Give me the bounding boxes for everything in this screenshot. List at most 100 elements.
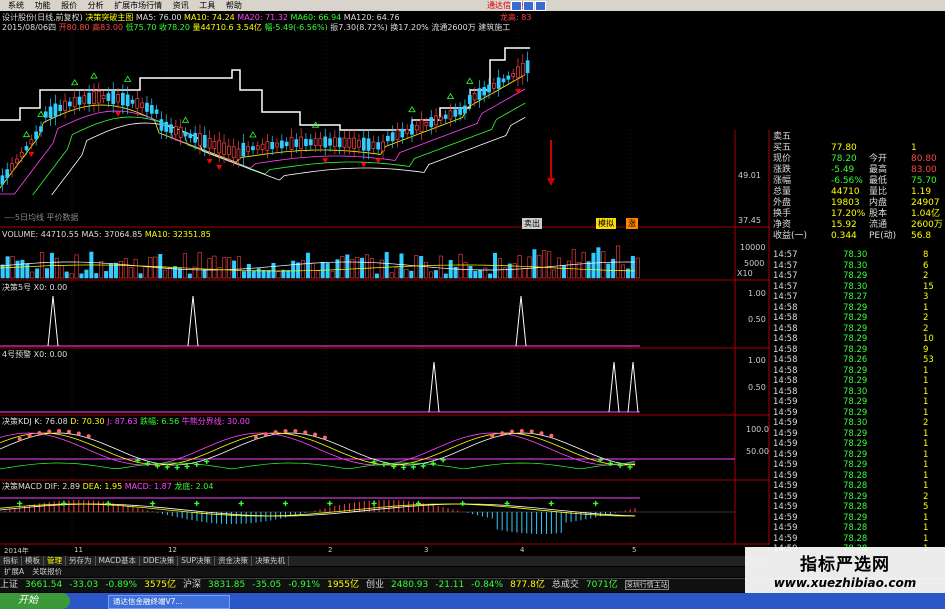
candle-body — [516, 66, 520, 78]
candle-body — [323, 136, 328, 148]
macd-signal-mark: ✚ — [238, 500, 244, 508]
kdj-high-dot — [539, 431, 544, 436]
quote-key2: 股本 — [869, 209, 888, 219]
volume-bar — [197, 252, 202, 279]
kdj-high-dot — [86, 434, 91, 439]
volume-bar — [552, 269, 557, 279]
tab-save-as[interactable]: 另存为 — [66, 556, 96, 566]
macd-signal-mark: ✚ — [504, 500, 510, 508]
trade-price: 78.28 — [843, 470, 868, 481]
tab-dde[interactable]: DDE决策 — [140, 556, 179, 566]
ma60-value: MA60: 66.94 — [290, 13, 342, 22]
menu-item-tools[interactable]: 工具 — [199, 0, 215, 11]
candlestick-chart[interactable] — [0, 30, 535, 195]
server-status[interactable]: 深圳行情主站 — [624, 580, 669, 590]
menu-item-ext-market[interactable]: 扩展市场行情 — [114, 0, 162, 11]
tab-related-quote[interactable]: 关联报价 — [28, 567, 66, 577]
ind5-chart[interactable] — [0, 292, 735, 348]
buy-signal-icon — [446, 92, 455, 100]
tab-first[interactable]: 决策先机 — [252, 556, 290, 566]
date-tick-2: 2 — [328, 546, 333, 554]
tab-sup[interactable]: SUP决策 — [178, 556, 216, 566]
trade-time: 14:59 — [773, 428, 798, 439]
trade-row: 14:59 78.28 1 — [771, 523, 945, 534]
candle-body — [424, 122, 429, 126]
candle-body — [299, 136, 303, 149]
candle-body — [313, 138, 318, 146]
menu-item-help[interactable]: 帮助 — [226, 0, 242, 11]
close-icon[interactable] — [535, 1, 546, 11]
volume-bar — [104, 271, 109, 279]
maximize-icon[interactable] — [523, 1, 534, 11]
date-tick-12: 12 — [168, 546, 177, 554]
candle-body — [333, 137, 337, 148]
trade-volume: 2 — [923, 418, 929, 428]
trade-price: 78.26 — [843, 355, 868, 365]
ind4-chart[interactable] — [0, 358, 735, 415]
main-footer-legend: —-5日均线 平价数据 — [4, 213, 79, 222]
trade-time: 14:58 — [773, 365, 798, 376]
index-change: -35.05 — [252, 580, 282, 590]
menu-item-system[interactable]: 系统 — [8, 0, 24, 11]
tab-ext-a[interactable]: 扩展A — [0, 567, 28, 577]
tab-manage[interactable]: 管理 — [44, 556, 66, 566]
volume-bar — [123, 258, 128, 279]
trade-volume: 1 — [923, 407, 929, 418]
kdj-high-dot — [283, 429, 288, 434]
trade-volume: 2 — [923, 323, 929, 334]
macd-chart[interactable]: ✚ ✚ ✚ ✚ ✚ ✚ ✚ ✚ ✚ ✚ ✚ ✚ ✚ ✚ — [0, 490, 735, 545]
trade-volume: 10 — [923, 334, 934, 344]
index-value: 2480.93 — [391, 580, 429, 590]
volume-bar — [443, 273, 448, 279]
volume-bar — [305, 252, 310, 279]
kdj-high-dot — [510, 429, 514, 434]
menu-item-analysis[interactable]: 分析 — [88, 0, 104, 11]
volume-chart[interactable] — [0, 238, 735, 280]
candle-body — [289, 137, 294, 150]
trade-time: 14:57 — [773, 271, 798, 281]
candle-body — [58, 104, 63, 111]
volume-bar — [20, 259, 25, 279]
candle-body — [414, 124, 419, 131]
trade-time: 14:58 — [773, 313, 798, 323]
kdj-chart[interactable]: ✚ ✚ ✚ ✚ ✚ ✚ ✚ ✚ ✚ ✚ ✚ ✚ ✚ ✚ ✚ ✚ ✚ ✚ ✚ ✚ — [0, 425, 735, 480]
tab-fund[interactable]: 资金决策 — [215, 556, 253, 566]
price-axis-label-2: 37.45 — [738, 216, 761, 225]
candle-body — [246, 146, 250, 152]
candle-body — [0, 175, 5, 185]
candle-body — [525, 60, 530, 74]
tick-trades-list[interactable]: 14:57 78.30 8 14:57 78.30 6 14:57 78.29 2 14:57 78… — [771, 250, 945, 555]
trade-time: 14:59 — [773, 533, 798, 544]
volume-bar — [301, 260, 306, 279]
menu-item-news[interactable]: 资讯 — [173, 0, 189, 11]
quote-key: 买五 — [773, 143, 792, 153]
trade-time: 14:58 — [773, 386, 798, 397]
macd-signal-mark: ✚ — [194, 500, 200, 508]
volume-bar — [291, 260, 296, 279]
quote-key: 涨跌 — [773, 165, 792, 175]
main-indicator-name[interactable]: 决策突破主图 — [85, 13, 133, 22]
tab-template[interactable]: 模板 — [22, 556, 44, 566]
quote-value: 78.20 — [831, 154, 857, 164]
trade-time: 14:59 — [773, 397, 798, 407]
menu-item-quote[interactable]: 报价 — [61, 0, 77, 11]
buy-signal-icon — [37, 110, 45, 117]
quote-value2: 1.04亿 — [911, 209, 941, 219]
volume-bar — [54, 257, 59, 279]
buy-signal-icon — [90, 72, 98, 79]
start-button[interactable]: 开始 — [0, 593, 70, 609]
tab-indicator[interactable]: 指标 — [0, 556, 22, 566]
volume-bar — [488, 273, 493, 279]
trade-volume: 1 — [923, 460, 929, 470]
minimize-icon[interactable] — [511, 1, 522, 11]
volume-bar — [25, 263, 30, 279]
taskbar-app-item[interactable]: 通达信金融终端V7... — [108, 595, 230, 609]
kdj-high-dot — [303, 430, 308, 435]
tab-macd-basic[interactable]: MACD基本 — [96, 556, 140, 566]
candle-body — [231, 146, 236, 159]
candle-body — [193, 132, 197, 143]
trade-price: 78.28 — [843, 502, 868, 512]
menu-item-function[interactable]: 功能 — [35, 0, 51, 11]
date-tick-2014: 2014年 — [4, 547, 29, 555]
trade-row: 14:58 78.30 1 — [771, 387, 945, 398]
